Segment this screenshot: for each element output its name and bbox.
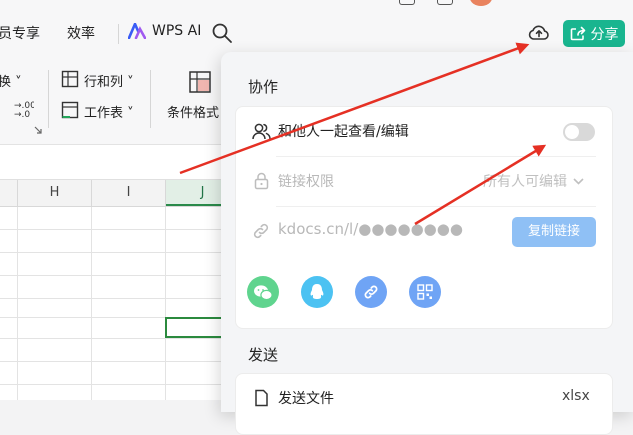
- rows-cols-label: 行和列: [84, 75, 124, 90]
- send-file-row[interactable]: 发送文件 xlsx: [236, 374, 612, 422]
- share-link-button[interactable]: [355, 276, 387, 308]
- column-header-h[interactable]: H: [18, 180, 92, 206]
- wps-ai-label: WPS AI: [152, 23, 202, 39]
- cloud-upload-icon[interactable]: [527, 21, 551, 45]
- window-control-icon[interactable]: [437, 0, 453, 5]
- link-permission-row: 链接权限 所有人可编辑: [236, 157, 612, 205]
- worksheet-icon: [61, 101, 79, 119]
- share-button[interactable]: 分享: [563, 20, 625, 47]
- row-number-header: [0, 180, 18, 206]
- qrcode-icon: [417, 284, 433, 300]
- link-icon: [364, 285, 378, 299]
- send-file-extension: xlsx: [562, 388, 590, 404]
- dialog-launcher-icon[interactable]: [34, 126, 42, 134]
- link-permission-select[interactable]: 所有人可编辑: [483, 171, 584, 191]
- rows-cols-dropdown[interactable]: 行和列 ˅: [84, 71, 134, 90]
- menu-member-exclusive[interactable]: 员专享: [0, 24, 40, 44]
- qq-icon: [310, 284, 324, 299]
- link-icon: [253, 223, 269, 239]
- share-panel: 协作 和他人一起查看/编辑 链接权限 所有人可编辑 kdocs.cn/l/●●●…: [221, 52, 633, 435]
- collab-toggle-label: 和他人一起查看/编辑: [278, 124, 409, 140]
- wps-ai-logo-icon: [128, 23, 146, 39]
- avatar[interactable]: [470, 0, 492, 6]
- worksheet-dropdown[interactable]: 工作表 ˅: [84, 102, 134, 121]
- rows-cols-icon: [61, 70, 79, 88]
- share-icon: [570, 26, 585, 41]
- convert-label: 换: [0, 75, 12, 90]
- svg-text:→.0: →.0: [14, 110, 30, 118]
- search-icon[interactable]: [211, 22, 233, 44]
- column-header-i[interactable]: I: [92, 180, 166, 206]
- collab-toggle-switch[interactable]: [563, 123, 595, 141]
- send-card: 发送文件 xlsx: [235, 373, 613, 435]
- ribbon-divider: [150, 70, 151, 128]
- ribbon-divider: [48, 70, 49, 128]
- chevron-down-icon: [573, 177, 584, 185]
- lock-icon: [254, 172, 269, 190]
- menu-efficiency[interactable]: 效率: [67, 24, 95, 44]
- file-icon: [255, 389, 268, 407]
- send-file-label: 发送文件: [278, 391, 334, 407]
- conditional-format-icon[interactable]: [188, 70, 212, 94]
- convert-dropdown[interactable]: 换 ˅: [0, 71, 22, 90]
- decimal-places-icon[interactable]: →.00 →.0: [14, 100, 34, 118]
- share-qrcode-button[interactable]: [409, 276, 441, 308]
- conditional-format-button[interactable]: 条件格式: [167, 102, 219, 121]
- link-permission-value: 所有人可编辑: [483, 174, 567, 190]
- share-wechat-button[interactable]: [247, 276, 279, 308]
- collab-toggle-row[interactable]: 和他人一起查看/编辑: [236, 107, 612, 155]
- copy-link-button[interactable]: 复制链接: [512, 217, 596, 247]
- worksheet-label: 工作表: [84, 106, 124, 121]
- link-url-row: kdocs.cn/l/●●●●●●●● 复制链接: [236, 207, 612, 255]
- link-permission-label: 链接权限: [278, 174, 334, 190]
- wechat-icon: [254, 284, 273, 300]
- send-section-title: 发送: [248, 346, 279, 364]
- menu-divider: [118, 24, 119, 44]
- wps-ai-button[interactable]: WPS AI: [128, 23, 201, 39]
- share-qq-button[interactable]: [301, 276, 333, 308]
- link-url-text: kdocs.cn/l/●●●●●●●●: [278, 220, 463, 238]
- users-icon: [252, 123, 271, 140]
- collab-section-title: 协作: [248, 78, 279, 96]
- window-control-icon[interactable]: [399, 0, 415, 5]
- share-label: 分享: [590, 26, 619, 43]
